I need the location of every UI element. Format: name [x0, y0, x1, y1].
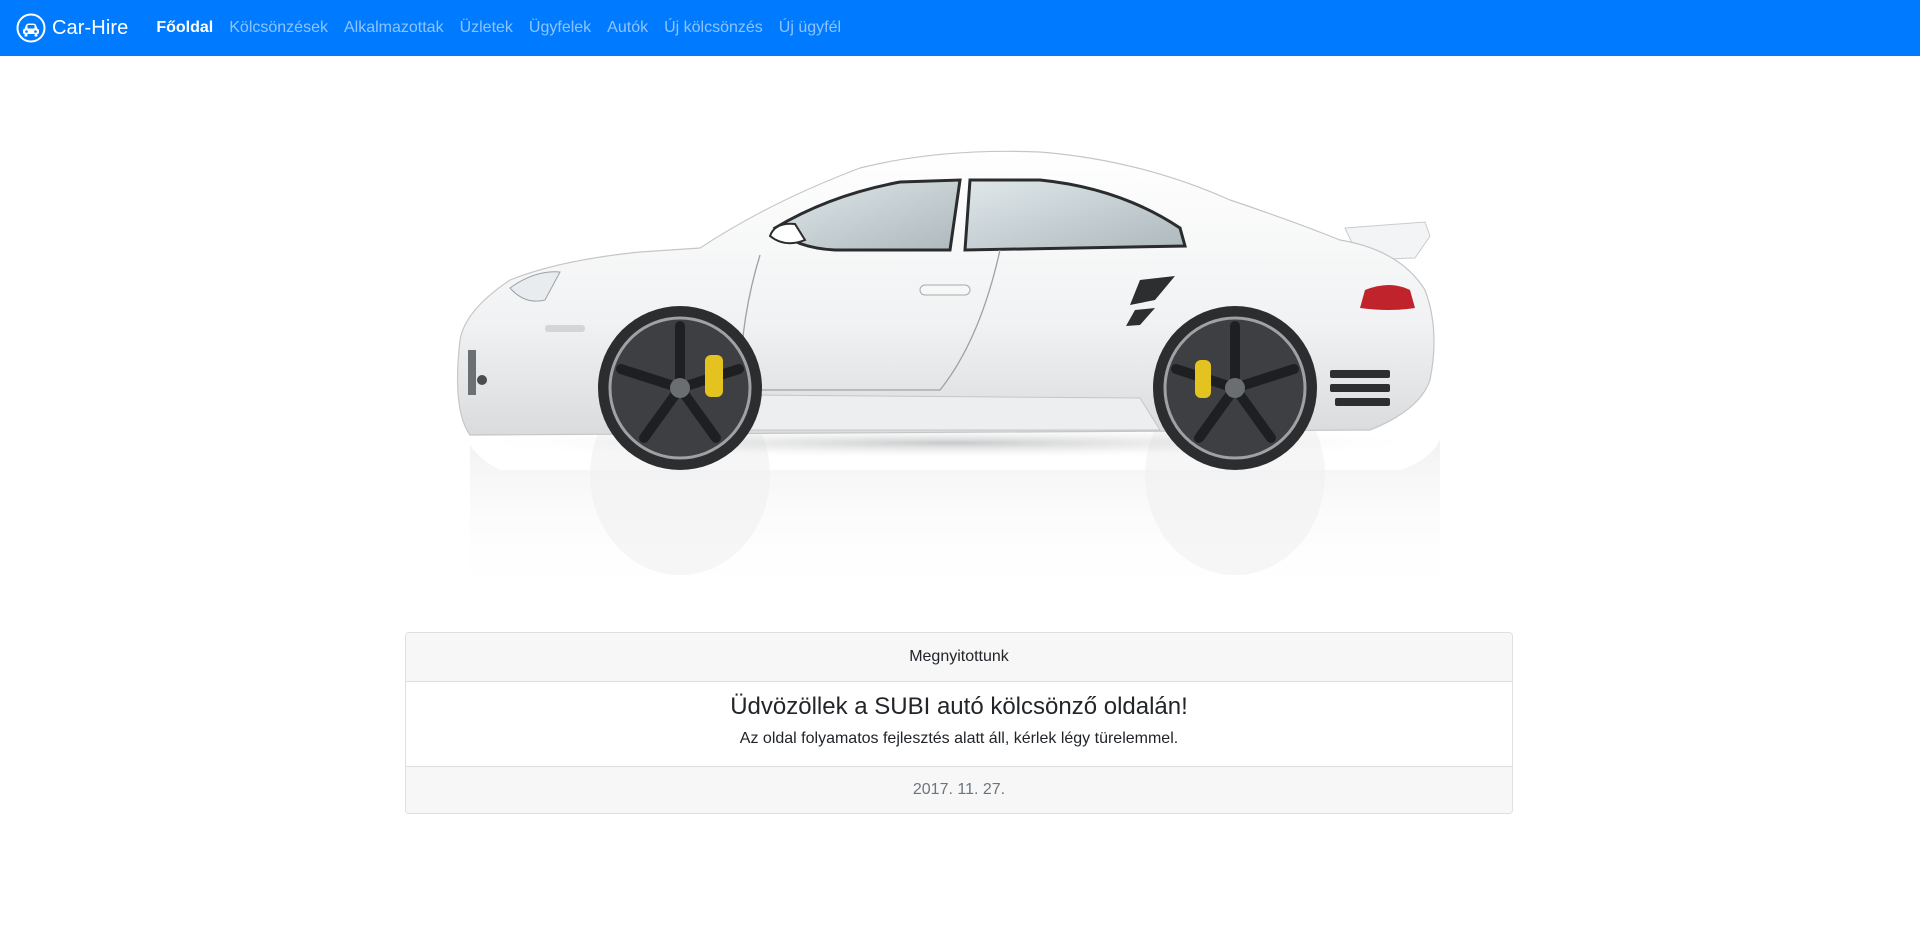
nav-item-fooldal[interactable]: Főoldal	[148, 19, 221, 37]
hero-image	[440, 140, 1480, 610]
white-sports-car-image	[456, 150, 1440, 600]
nav-item-alkalmazottak[interactable]: Alkalmazottak	[336, 19, 452, 37]
card-body: Üdvözöllek a SUBI autó kölcsönző oldalán…	[406, 682, 1512, 766]
welcome-card: Megnyitottunk Üdvözöllek a SUBI autó köl…	[405, 632, 1513, 814]
card-footer-date: 2017. 11. 27.	[406, 766, 1512, 813]
top-navbar: Car-Hire Főoldal Kölcsönzések Alkalmazot…	[0, 0, 1920, 56]
card-title: Üdvözöllek a SUBI autó kölcsönző oldalán…	[730, 693, 1188, 720]
main-nav: Főoldal Kölcsönzések Alkalmazottak Üzlet…	[148, 0, 849, 56]
card-text: Az oldal folyamatos fejlesztés alatt áll…	[739, 730, 1179, 747]
nav-item-kolcsonzesek[interactable]: Kölcsönzések	[221, 19, 336, 37]
nav-item-uj-kolcsonzes[interactable]: Új kölcsönzés	[656, 19, 771, 37]
nav-item-uzletek[interactable]: Üzletek	[452, 19, 521, 37]
brand-name: Car-Hire	[52, 16, 129, 39]
nav-item-ugyfelek[interactable]: Ügyfelek	[521, 19, 599, 37]
nav-item-uj-ugyfel[interactable]: Új ügyfél	[771, 19, 849, 37]
nav-item-autok[interactable]: Autók	[599, 19, 656, 37]
card-header: Megnyitottunk	[406, 633, 1512, 682]
brand-link[interactable]: Car-Hire	[16, 13, 128, 43]
car-logo-icon	[16, 13, 46, 43]
